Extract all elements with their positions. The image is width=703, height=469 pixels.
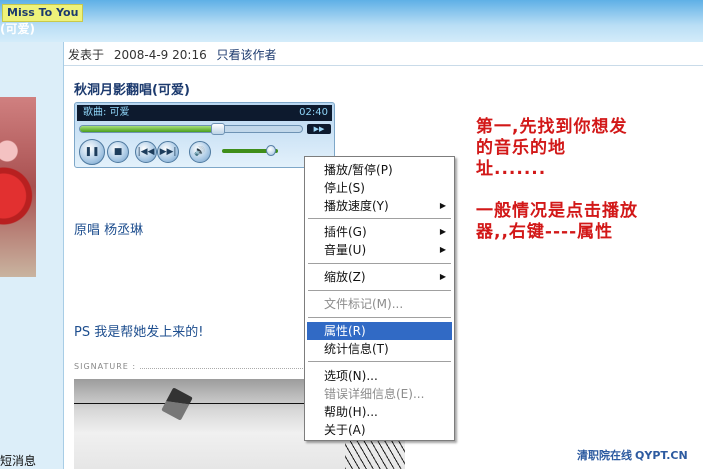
annotation-line-2: 的音乐的地 — [476, 138, 566, 158]
menu-item-play-pause[interactable]: 播放/暂停(P) — [307, 161, 452, 179]
time-display: 02:40 — [299, 107, 328, 118]
ps-note: PS 我是帮她发上来的! — [74, 325, 204, 340]
submenu-arrow-icon: ▶ — [439, 201, 446, 210]
menu-item-stop[interactable]: 停止(S) — [307, 179, 452, 197]
menu-item-about[interactable]: 关于(A) — [307, 421, 452, 439]
menu-separator — [308, 263, 451, 264]
stop-icon[interactable]: ■ — [107, 141, 129, 163]
header-bar — [0, 0, 703, 42]
post-title: 秋洞月影翻唱(可爱) — [74, 83, 190, 98]
speaker-icon[interactable]: 🔊 — [189, 141, 211, 163]
context-menu: 播放/暂停(P) 停止(S) 播放速度(Y) ▶ 插件(G) ▶ 音量(U) ▶ 缩放… — [304, 156, 455, 441]
menu-item-statistics[interactable]: 统计信息(T) — [307, 340, 452, 358]
media-player[interactable]: 歌曲: 可爱 02:40 ▶▶ ❚❚ ■ |◀◀ ▶▶| 🔊 — [74, 102, 335, 168]
previous-icon[interactable]: |◀◀ — [135, 141, 157, 163]
author-only-link[interactable]: 只看该作者 — [217, 48, 277, 62]
submenu-arrow-icon: ▶ — [439, 227, 446, 236]
menu-item-label: 文件标记(M)... — [324, 297, 404, 311]
menu-separator — [308, 218, 451, 219]
menu-item-plugins[interactable]: 插件(G) ▶ — [307, 223, 452, 241]
annotation-line-6: 器,,右键----属性 — [476, 222, 614, 242]
annotation-line-5: 一般情况是点击播放 — [476, 201, 638, 221]
menu-item-label: 关于(A) — [324, 423, 366, 437]
menu-separator — [308, 317, 451, 318]
submenu-arrow-icon: ▶ — [439, 245, 446, 254]
menu-item-label: 错误详细信息(E)... — [324, 387, 425, 401]
menu-item-error-details: 错误详细信息(E)... — [307, 385, 452, 403]
menu-item-options[interactable]: 选项(N)... — [307, 367, 452, 385]
annotation-line-3: 址....... — [476, 159, 547, 179]
menu-item-label: 属性(R) — [324, 324, 366, 338]
menu-item-label: 帮助(H)... — [324, 405, 378, 419]
player-display: 歌曲: 可爱 02:40 — [77, 105, 332, 121]
menu-item-help[interactable]: 帮助(H)... — [307, 403, 452, 421]
menu-item-play-speed[interactable]: 播放速度(Y) ▶ — [307, 197, 452, 215]
signature-label: SIGNATURE : — [74, 362, 137, 371]
submenu-arrow-icon: ▶ — [439, 272, 446, 281]
menu-item-label: 缩放(Z) — [324, 270, 366, 284]
menu-item-label: 停止(S) — [324, 181, 365, 195]
annotation-line-1: 第一,先找到你想发 — [476, 117, 628, 137]
menu-item-volume[interactable]: 音量(U) ▶ — [307, 241, 452, 259]
menu-item-label: 统计信息(T) — [324, 342, 389, 356]
watermark-name: 清职院在线 — [577, 449, 632, 462]
watermark-code: QYPT.CN — [635, 449, 688, 462]
volume-handle[interactable] — [266, 145, 277, 156]
menu-item-properties[interactable]: 属性(R) — [307, 322, 452, 340]
posted-label: 发表于 — [68, 48, 105, 62]
send-message-link[interactable]: 短消息 — [0, 452, 36, 469]
menu-item-label: 播放/暂停(P) — [324, 163, 393, 177]
avatar — [0, 97, 36, 277]
watermark: 清职院在线 QYPT.CN — [577, 447, 688, 463]
seek-bar-fill — [80, 126, 218, 132]
seek-bar[interactable] — [79, 125, 303, 133]
menu-item-label: 插件(G) — [324, 225, 367, 239]
menu-item-label: 选项(N)... — [324, 369, 378, 383]
clothespin-image — [161, 387, 193, 421]
pause-icon[interactable]: ❚❚ — [79, 139, 105, 165]
next-icon[interactable]: ▶▶| — [157, 141, 179, 163]
menu-item-zoom[interactable]: 缩放(Z) ▶ — [307, 268, 452, 286]
menu-item-file-markers: 文件标记(M)... — [307, 295, 452, 313]
post-meta: 发表于 2008-4-9 20:16 只看该作者 — [64, 42, 703, 66]
post-date: 2008-4-9 20:16 — [113, 48, 207, 62]
menu-separator — [308, 290, 451, 291]
menu-item-label: 音量(U) — [324, 243, 367, 257]
song-label: 歌曲: 可爱 — [83, 107, 130, 118]
menu-separator — [308, 361, 451, 362]
original-singer: 原唱 杨丞琳 — [74, 223, 144, 238]
expand-icon[interactable]: ▶▶ — [307, 124, 331, 134]
menu-item-label: 播放速度(Y) — [324, 199, 389, 213]
seek-handle[interactable] — [210, 123, 225, 135]
thread-title: (可爱) — [0, 22, 35, 36]
